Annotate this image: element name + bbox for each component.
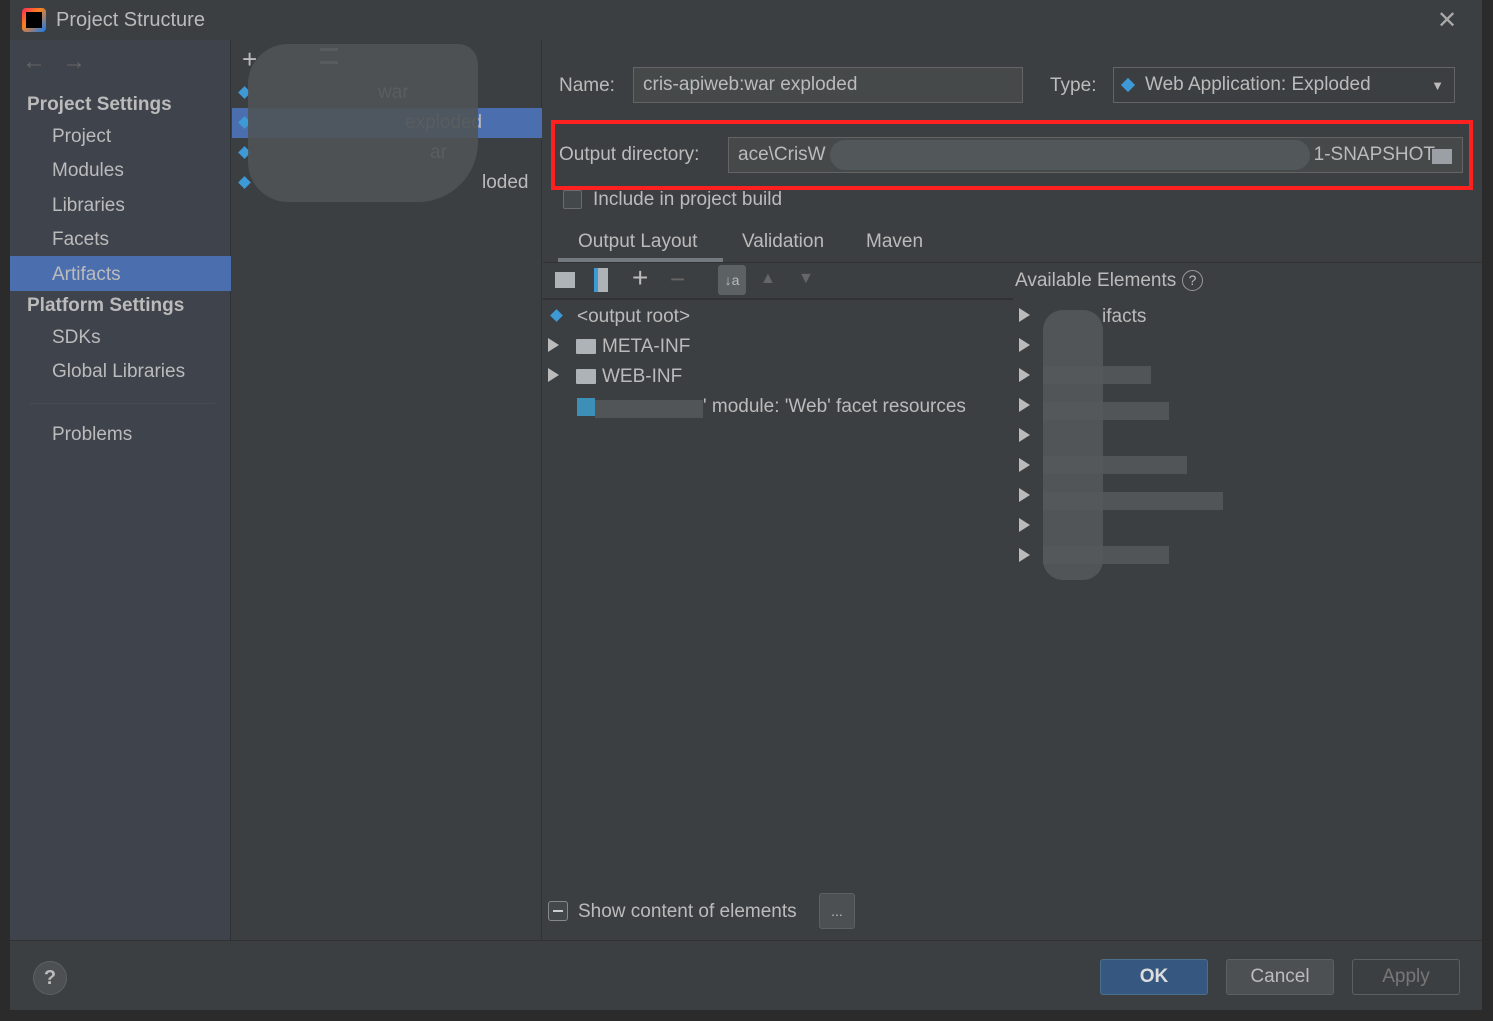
window-title: Project Structure (56, 9, 205, 31)
redacted-area (1043, 546, 1169, 564)
type-dropdown[interactable]: Web Application: Exploded ▼ (1113, 67, 1455, 103)
output-directory-label: Output directory: (559, 144, 700, 165)
tree-item-meta-inf[interactable]: META-INF (602, 336, 690, 358)
type-value: Web Application: Exploded (1145, 74, 1371, 95)
redacted-area (1043, 456, 1187, 474)
sidebar-item-facets[interactable]: Facets (52, 229, 109, 251)
tab-maven[interactable]: Maven (866, 231, 923, 253)
intellij-logo-icon (22, 8, 46, 32)
section-project-settings: Project Settings (27, 94, 172, 115)
output-root-icon (550, 309, 563, 322)
sidebar-item-problems[interactable]: Problems (52, 424, 132, 446)
folder-icon (576, 339, 596, 354)
divider (543, 262, 1482, 263)
title-bar: Project Structure ✕ (10, 0, 1482, 40)
redacted-area (1043, 310, 1103, 580)
project-structure-dialog: Project Structure ✕ ← → Project Settings… (10, 0, 1482, 1010)
folder-icon[interactable] (1432, 149, 1452, 164)
help-button[interactable]: ? (33, 961, 67, 995)
tree-item-facet-resources[interactable]: ' module: 'Web' facet resources (703, 396, 966, 418)
sidebar-item-global-libraries[interactable]: Global Libraries (52, 361, 185, 383)
expand-arrow-icon[interactable] (548, 368, 559, 382)
add-copy-icon[interactable]: + (632, 262, 648, 294)
available-item-artifacts[interactable]: ifacts (1102, 306, 1146, 328)
module-icon (577, 398, 595, 416)
tree-item-web-inf[interactable]: WEB-INF (602, 366, 682, 388)
tree-item-output-root[interactable]: <output root> (577, 306, 690, 328)
web-app-icon (1120, 77, 1136, 93)
show-content-label[interactable]: Show content of elements (578, 901, 797, 923)
redacted-area (1043, 366, 1151, 384)
more-button[interactable]: ... (819, 893, 855, 929)
expand-arrow-icon[interactable] (1019, 518, 1030, 532)
available-elements-title: Available Elements (1015, 270, 1177, 291)
tab-output-layout[interactable]: Output Layout (578, 231, 697, 253)
expand-arrow-icon[interactable] (1019, 458, 1030, 472)
sidebar-item-project[interactable]: Project (52, 126, 111, 148)
sort-icon[interactable]: ↓a (718, 265, 746, 295)
section-platform-settings: Platform Settings (27, 295, 185, 316)
include-checkbox[interactable] (563, 190, 582, 209)
expand-arrow-icon[interactable] (1019, 488, 1030, 502)
type-label: Type: (1050, 75, 1097, 96)
sidebar: ← → Project Settings Project Modules Lib… (10, 40, 231, 940)
redacted-area (595, 400, 703, 418)
folder-icon (576, 369, 596, 384)
expand-arrow-icon[interactable] (1019, 308, 1030, 322)
help-circle-icon[interactable]: ? (1182, 270, 1203, 291)
artifact-item[interactable]: loded (482, 172, 529, 194)
output-path-end: 1-SNAPSHOT (1313, 144, 1436, 165)
back-arrow-icon[interactable]: ← (22, 48, 46, 76)
expand-arrow-icon[interactable] (1019, 338, 1030, 352)
close-icon[interactable]: ✕ (1437, 6, 1457, 35)
show-content-checkbox[interactable] (548, 901, 568, 921)
expand-arrow-icon[interactable] (1019, 398, 1030, 412)
expand-arrow-icon[interactable] (1019, 428, 1030, 442)
output-path-start: ace\CrisW (738, 144, 826, 165)
redacted-area (1043, 402, 1169, 420)
sidebar-item-sdks[interactable]: SDKs (52, 327, 101, 349)
artifact-icon (238, 176, 251, 189)
dialog-footer: ? OK Cancel Apply (10, 940, 1482, 1010)
name-input[interactable]: cris-apiweb:war exploded (633, 67, 1023, 103)
include-label[interactable]: Include in project build (593, 189, 782, 211)
sidebar-item-artifacts[interactable]: Artifacts (10, 256, 231, 291)
redacted-area (829, 140, 1310, 170)
tab-validation[interactable]: Validation (742, 231, 824, 253)
sidebar-item-modules[interactable]: Modules (52, 160, 124, 182)
move-down-icon[interactable]: ▼ (798, 270, 814, 288)
artifact-list-panel: + war exploded ar loded (232, 40, 542, 940)
cancel-button[interactable]: Cancel (1226, 959, 1334, 995)
sidebar-item-label: Artifacts (52, 264, 121, 285)
redacted-area (1043, 492, 1223, 510)
expand-arrow-icon[interactable] (1019, 368, 1030, 382)
new-folder-icon[interactable] (555, 272, 575, 288)
divider (30, 403, 215, 404)
forward-arrow-icon[interactable]: → (62, 48, 86, 76)
output-directory-input[interactable]: ace\CrisW 1-SNAPSHOT (728, 137, 1463, 173)
divider (543, 298, 1013, 300)
archive-icon[interactable] (594, 268, 608, 292)
remove-icon[interactable]: − (670, 264, 685, 295)
sidebar-item-libraries[interactable]: Libraries (52, 195, 125, 217)
chevron-down-icon: ▼ (1431, 77, 1444, 93)
move-up-icon[interactable]: ▲ (760, 270, 776, 288)
expand-arrow-icon[interactable] (1019, 548, 1030, 562)
ok-button[interactable]: OK (1100, 959, 1208, 995)
name-label: Name: (559, 75, 615, 96)
expand-arrow-icon[interactable] (548, 338, 559, 352)
apply-button[interactable]: Apply (1352, 959, 1460, 995)
redacted-area (248, 44, 478, 202)
